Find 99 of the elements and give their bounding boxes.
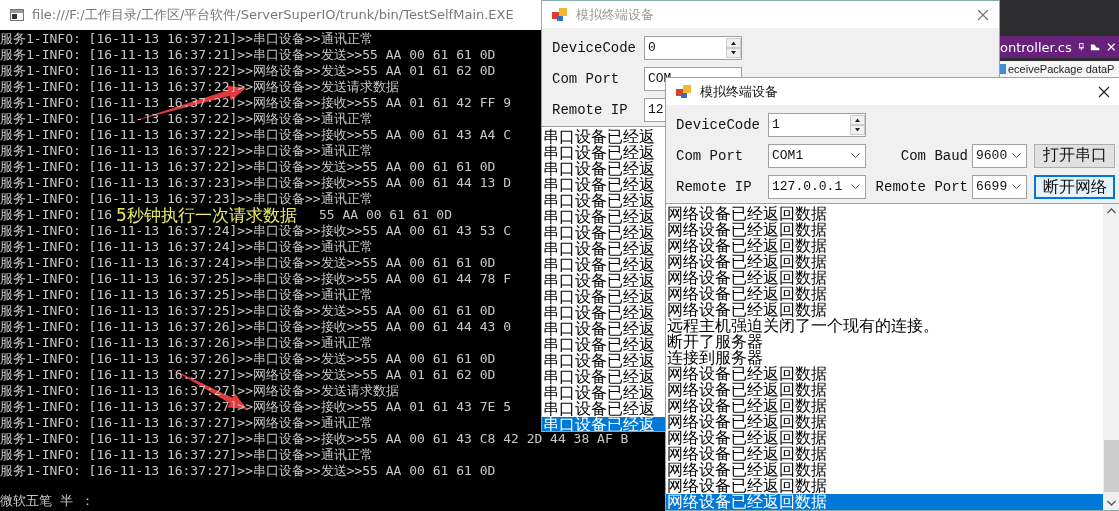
- console-line: 服务1-INFO: [16-11-13 16:37:24]>>串口设备>>通讯正常: [0, 239, 373, 255]
- console-line: 服务1-INFO: [16-11-13 16:37:24]>>串口设备>>发送>>55 AA 00 61 61 0D: [0, 255, 496, 271]
- log-entry[interactable]: 串口设备已经返: [542, 257, 655, 273]
- console-line: 服务1-INFO: [16-11-13 16:37:24]>>串口设备>>接收>>55 AA 00 61 43 53 C: [0, 223, 511, 239]
- log-entry[interactable]: 串口设备已经返: [542, 193, 655, 209]
- chevron-down-icon: [851, 152, 860, 159]
- scrollbar[interactable]: [1103, 204, 1119, 510]
- log-entry[interactable]: 网络设备已经返回数据: [666, 206, 827, 222]
- log-entry[interactable]: 网络设备已经返回数据: [666, 382, 827, 398]
- log-entry[interactable]: 串口设备已经返: [542, 321, 655, 337]
- field-label: Com Baud: [900, 147, 969, 164]
- log-entry[interactable]: 串口设备已经返: [542, 225, 655, 241]
- console-line: 服务1-INFO: [16-11-13 16:37:25]>>串口设备>>通讯正常: [0, 287, 373, 303]
- log-entry[interactable]: 连接到服务器: [666, 350, 763, 366]
- log-entry[interactable]: 串口设备已经返: [542, 369, 655, 385]
- field-label: Remote Port: [875, 178, 969, 195]
- log-entry[interactable]: 网络设备已经返回数据: [666, 366, 827, 382]
- log-entry[interactable]: 串口设备已经返: [542, 401, 655, 417]
- number-spinner[interactable]: 0: [644, 35, 742, 60]
- combo-box[interactable]: COM1: [768, 143, 866, 168]
- field-label: Remote IP: [676, 178, 753, 195]
- scroll-thumb[interactable]: [1104, 440, 1119, 492]
- log-entry[interactable]: 网络设备已经返回数据: [666, 286, 827, 302]
- console-line: 服务1-INFO: [16-11-13 16:37:23]>>串口设备>>通讯正常: [0, 191, 373, 207]
- console-line: 服务1-INFO: [16-11-13 16:37:22]>>网络设备>>发送>>55 AA 01 61 62 0D: [0, 63, 496, 79]
- window-title: 模拟终端设备: [700, 82, 778, 101]
- log-entry[interactable]: 远程主机强迫关闭了一个现有的连接。: [666, 318, 939, 334]
- log-entry[interactable]: 串口设备已经返: [542, 209, 655, 225]
- log-entry[interactable]: 网络设备已经返回数据: [666, 238, 827, 254]
- log-entry[interactable]: 网络设备已经返回数据: [666, 270, 827, 286]
- console-line: 服务1-INFO: [16-11-13 16:37:22]>>网络设备>>通讯正常: [0, 111, 373, 127]
- log-entry[interactable]: 串口设备已经返: [542, 161, 655, 177]
- console-line: 服务1-INFO: [16-11-13 16:37:26]>>串口设备>>接收>>55 AA 00 61 44 43 0: [0, 319, 511, 335]
- console-line: 服务1-INFO: [16-11-13 16:37:26]>>串口设备>>通讯正常: [0, 335, 373, 351]
- log-entry[interactable]: 串口设备已经返: [542, 177, 655, 193]
- log-entry[interactable]: 串口设备已经返: [542, 273, 655, 289]
- log-entry[interactable]: 串口设备已经返: [542, 305, 655, 321]
- log-entry[interactable]: 网络设备已经返回数据: [666, 302, 827, 318]
- field-label: DeviceCode: [676, 116, 761, 133]
- action-button[interactable]: 断开网络: [1034, 174, 1115, 199]
- console-line: 服务1-INFO: [16-11-13 16:37:22]>>串口设备>>发送>>55 AA 00 61 61 0D: [0, 159, 496, 175]
- console-line: 服务1-INFO: [16-11-13 16:37:22]>>串口设备>>接收>>55 AA 00 61 43 A4 C: [0, 127, 511, 143]
- console-line: 服务1-INFO: [16-11-13 16:37:26]>>串口设备>>发送>>55 AA 00 61 61 0D: [0, 351, 496, 367]
- console-line: 服务1-INFO: [16-11-13 16:37:25]>>串口设备>>发送>>55 AA 00 61 61 0D: [0, 303, 496, 319]
- close-icon[interactable]: [1098, 85, 1110, 98]
- log-entry[interactable]: 串口设备已经返: [542, 129, 655, 145]
- log-entry[interactable]: 串口设备已经返: [542, 145, 655, 161]
- field-label: Remote IP: [552, 101, 629, 118]
- console-line: 服务1-INFO: [16-11-13 16:37:27]>>网络设备>>接收>>55 AA 01 61 43 7E 5: [0, 399, 511, 415]
- console-line: 服务1-INFO: [16-11-13 16:37:25]>>串口设备>>接收>>55 AA 00 61 44 78 F: [0, 271, 511, 287]
- log-entry[interactable]: 串口设备已经返: [542, 353, 655, 369]
- class-icon: [1000, 64, 1006, 74]
- log-entry[interactable]: 串口设备已经返: [542, 337, 655, 353]
- log-entry[interactable]: 网络设备已经返回数据: [666, 222, 827, 238]
- editor-tab[interactable]: ontroller.cs: [1000, 36, 1119, 58]
- chevron-down-icon: [1012, 152, 1021, 159]
- combo-box[interactable]: 9600: [972, 143, 1027, 168]
- log-entry[interactable]: 网络设备已经返回数据: [666, 398, 827, 414]
- console-line: 服务1-INFO: [16-11-13 16:37:21]>>串口设备>>通讯正常: [0, 31, 373, 47]
- log-entry[interactable]: 串口设备已经返: [542, 289, 655, 305]
- action-button[interactable]: 打开串口: [1034, 143, 1115, 168]
- log-entry[interactable]: 网络设备已经返回数据: [666, 446, 827, 462]
- chevron-down-icon: [851, 183, 860, 190]
- log-entry[interactable]: 网络设备已经返回数据: [666, 430, 827, 446]
- chevron-down-icon: [1012, 183, 1021, 190]
- log-entry[interactable]: 网络设备已经返回数据: [666, 414, 827, 430]
- annotation-text: 5秒钟执行一次请求数据: [116, 207, 297, 223]
- console-line: 服务1-INFO: [16-11-13 16:37:21]>>串口设备>>发送>>55 AA 00 61 61 0D: [0, 47, 496, 63]
- log-entry[interactable]: 网络设备已经返回数据: [666, 478, 827, 494]
- window-title: 模拟终端设备: [576, 5, 654, 24]
- log-entry[interactable]: 串口设备已经返: [542, 241, 655, 257]
- number-spinner[interactable]: 1: [768, 112, 866, 137]
- ime-status: 微软五笔 半 ：: [0, 493, 94, 509]
- console-line: 服务1-INFO: [16-11-13 16:37:22]>>串口设备>>通讯正常: [0, 143, 373, 159]
- log-entry[interactable]: 串口设备已经返: [542, 385, 655, 401]
- console-icon: [10, 9, 24, 21]
- field-label: Com Port: [676, 147, 745, 164]
- console-line: 55 AA 00 61 61 0D: [318, 207, 452, 223]
- window-title: file:///F:/工作目录/工作区/平台软件/ServerSuperIO/trunk/bin/TestSelfMain.EXE: [32, 6, 514, 24]
- field-label: DeviceCode: [552, 39, 637, 56]
- preview-icon[interactable]: [1090, 42, 1101, 52]
- console-line: 服务1-INFO: [16-11-13 16:37:23]>>串口设备>>接收>>55 AA 00 61 44 13 D: [0, 175, 511, 191]
- console-line: 服务1-INFO: [16-11-13 16:37:27]>>串口设备>>发送>>55 AA 00 61 61 0D: [0, 463, 496, 479]
- console-line: 服务1-INFO: [16: [0, 207, 113, 223]
- log-entry[interactable]: 网络设备已经返回数据: [666, 254, 827, 270]
- pin-icon[interactable]: [1077, 42, 1085, 52]
- log-entry[interactable]: 断开了服务器: [666, 334, 763, 350]
- combo-box[interactable]: 6699: [972, 174, 1027, 199]
- console-line: 服务1-INFO: [16-11-13 16:37:27]>>串口设备>>通讯正常: [0, 447, 373, 463]
- console-line: 服务1-INFO: [16-11-13 16:37:27]>>串口设备>>接收>>55 AA 00 61 43 C8 42 2D 44 38 AF B: [0, 431, 629, 447]
- log-entry[interactable]: 网络设备已经返回数据: [666, 462, 827, 478]
- console-line: 服务1-INFO: [16-11-13 16:37:27]>>网络设备>>通讯正常: [0, 415, 373, 431]
- app-icon: [552, 7, 568, 22]
- code-text: eceivePackage dataP: [1008, 63, 1115, 75]
- field-label: Com Port: [552, 70, 621, 87]
- combo-box[interactable]: 127.0.0.1: [768, 174, 866, 199]
- log-entry[interactable]: 网络设备已经返回数据: [666, 494, 1103, 510]
- app-icon: [676, 84, 692, 99]
- console-line: 服务1-INFO: [16-11-13 16:37:22]>>网络设备>>发送请求数据: [0, 79, 399, 95]
